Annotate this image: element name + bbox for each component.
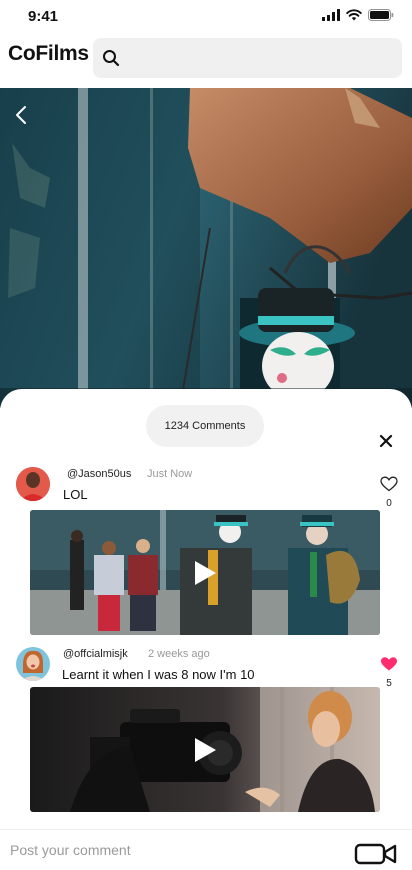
like-count: 0 — [386, 498, 392, 509]
app-header: CoFilms — [0, 34, 412, 86]
video-camera-icon[interactable] — [354, 843, 398, 865]
avatar[interactable] — [16, 647, 50, 681]
comment-item: @offcialmisjk 2 weeks ago Learnt it when… — [0, 641, 412, 821]
comment-item: @Jason50us Just Now LOL 0 — [0, 461, 412, 641]
status-icons — [322, 9, 394, 21]
status-bar: 9:41 — [0, 0, 412, 34]
comment-text: LOL — [63, 487, 88, 502]
search-input[interactable] — [93, 38, 402, 78]
like-count: 5 — [386, 678, 392, 689]
comment-video[interactable] — [30, 510, 380, 635]
wifi-icon — [346, 9, 362, 21]
battery-icon — [368, 9, 394, 21]
close-icon[interactable] — [376, 431, 396, 451]
comment-input[interactable] — [0, 836, 340, 864]
status-time: 9:41 — [28, 8, 59, 25]
comment-text: Learnt it when I was 8 now I'm 10 — [62, 667, 255, 682]
timestamp: 2 weeks ago — [148, 648, 210, 660]
search-icon — [103, 50, 120, 67]
avatar[interactable] — [16, 467, 50, 501]
hero-video[interactable] — [0, 88, 412, 408]
chevron-left-icon[interactable] — [10, 100, 34, 130]
heart-filled-icon[interactable] — [380, 656, 398, 672]
play-icon[interactable] — [193, 560, 217, 586]
heart-outline-icon[interactable] — [380, 476, 398, 492]
play-icon[interactable] — [193, 737, 217, 763]
app-title: CoFilms — [8, 42, 89, 65]
username[interactable]: @Jason50us — [67, 468, 131, 480]
hero-image — [0, 88, 412, 408]
comments-panel: 1234 Comments @Jason50us Just Now LOL 0 — [0, 389, 412, 870]
comment-count: 1234 Comments — [146, 405, 264, 447]
timestamp: Just Now — [147, 468, 193, 480]
signal-icon — [322, 9, 340, 21]
comment-video[interactable] — [30, 687, 380, 812]
comment-composer — [0, 829, 412, 870]
username[interactable]: @offcialmisjk — [63, 648, 128, 660]
